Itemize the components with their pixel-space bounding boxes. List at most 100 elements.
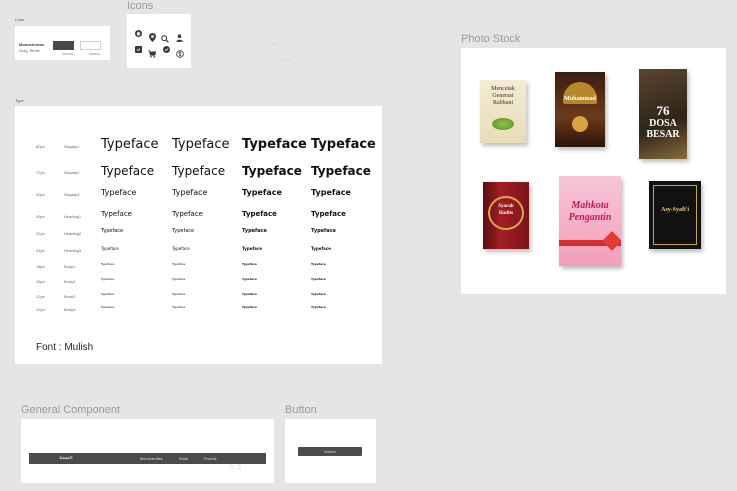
type-style-name: Heading3 [64, 248, 82, 253]
type-sample: Typeface [101, 292, 115, 296]
navbar-logo[interactable]: حسنة [59, 454, 73, 461]
type-sample: Typeface [101, 262, 115, 266]
book-cover-5[interactable]: Mahkota Pengantin [559, 176, 621, 266]
general-component-label: General Component [21, 404, 121, 416]
type-sample: Typeface [172, 164, 226, 178]
type-sample: Typeface [101, 246, 119, 251]
type-style-name: Heading2 [64, 230, 82, 236]
type-sample: Typeface [172, 262, 186, 266]
book-cover-2[interactable]: Muhammad [555, 72, 605, 147]
type-sample: Typeface [311, 305, 326, 309]
type-sample: Typeface [242, 164, 302, 178]
type-sample: Typeface [311, 164, 371, 178]
nav-link-produk[interactable]: Produk [204, 456, 217, 461]
type-style-name: Heading1 [64, 213, 82, 219]
swatch-subtitle: Grey, White [19, 48, 40, 53]
book-2-seal-art [572, 116, 588, 132]
type-sample: Typeface [172, 228, 195, 234]
book-5-title-2: Pengantin [568, 212, 612, 223]
type-sample: Typeface [311, 292, 326, 296]
type-sample: Typeface [242, 277, 257, 281]
checkbox-icon[interactable] [135, 46, 142, 53]
type-size-label: 32px [36, 230, 45, 236]
home-icon[interactable] [135, 30, 142, 37]
type-size-label: 12px [36, 306, 45, 312]
ellipsis-marker-2: ... [282, 56, 291, 63]
type-section-label: Type [15, 98, 24, 103]
book-1-plant-art [492, 118, 514, 130]
type-size-label: 60px [36, 143, 45, 149]
type-size-label: 40px [36, 213, 45, 219]
swatch-dark [53, 41, 74, 50]
type-size-label: 12px [36, 293, 45, 299]
primary-button[interactable]: Button [298, 447, 362, 456]
type-sample: Typeface [242, 246, 262, 251]
book-4-title-2: Hadits [498, 211, 514, 216]
type-sample: Typeface [172, 210, 203, 218]
navbar: حسنة Merchandise Kitab Produk [29, 453, 266, 469]
type-card: 60px Display1 Typeface Typeface Typeface Type… [15, 106, 382, 364]
type-sample: Typeface [242, 292, 257, 296]
type-sample: Typeface [311, 277, 326, 281]
type-sample: Typeface [101, 137, 159, 152]
book-cover-6[interactable]: Asy-Syafi'i [649, 181, 701, 249]
book-cover-3[interactable]: 76 DOSA BESAR [639, 69, 687, 159]
book-3-title-3: BESAR [646, 129, 680, 140]
book-6-frame [653, 185, 697, 245]
icons-section-label: Icons [127, 0, 154, 12]
book-1-title-1: Mencetak [491, 86, 515, 92]
type-sample: Typeface [242, 228, 267, 234]
type-sample: Typeface [242, 137, 307, 152]
type-sample: Typeface [101, 188, 137, 197]
type-style-name: Body3 [64, 293, 76, 299]
type-sample: Typeface [311, 210, 346, 218]
type-style-name: Body1 [64, 263, 76, 269]
type-sample: Typeface [311, 137, 376, 152]
book-5-bow [602, 231, 621, 251]
type-style-name: Body4 [64, 306, 76, 312]
type-size-label: 72px [36, 170, 45, 175]
type-sample: Typeface [172, 246, 190, 251]
swatch-dark-hex: 4B4B4B [62, 52, 74, 56]
type-sample: Typeface [101, 210, 132, 218]
cart-icon[interactable] [148, 45, 157, 63]
type-size-label: 18px [36, 263, 45, 269]
type-sample: Typeface [172, 277, 186, 281]
type-style-name: Display3 [64, 192, 80, 197]
dollar-icon[interactable] [176, 45, 184, 63]
type-sample: Typeface [311, 228, 336, 234]
type-sample: Typeface [311, 188, 351, 197]
type-style-name: Body2 [64, 278, 76, 284]
general-component-card: حسنة Merchandise Kitab Produk [21, 419, 274, 483]
type-size-label: 24px [36, 248, 45, 253]
type-sample: Typeface [101, 164, 155, 178]
navbar-search-icon[interactable] [229, 456, 234, 474]
type-sample: Typeface [311, 246, 331, 251]
type-style-name: Display1 [64, 143, 80, 149]
photo-stock-card: Mencetak Generasi Rabbani Muhammad 76 DO… [461, 48, 726, 294]
swatch-light [80, 41, 101, 50]
book-4-title-1: Syarah [498, 204, 514, 209]
book-3-title-2: DOSA [649, 118, 677, 129]
type-sample: Typeface [101, 277, 115, 281]
book-cover-4[interactable]: Syarah Hadits [483, 182, 529, 249]
ellipsis-marker-1: ... [269, 40, 278, 47]
type-sample: Typeface [101, 305, 115, 309]
type-sample: Typeface [242, 305, 257, 309]
nav-link-merchandise[interactable]: Merchandise [140, 456, 163, 461]
nav-link-kitab[interactable]: Kitab [179, 456, 188, 461]
book-6-title: Asy-Syafi'i [660, 207, 689, 213]
type-style-name: Display2 [64, 170, 80, 175]
swatch-light-hex: E6E6E6 [89, 52, 101, 56]
type-sample: Typeface [101, 228, 124, 234]
book-1-title-3: Rabbani [493, 100, 513, 106]
check-circle-icon[interactable] [163, 46, 170, 53]
swatch-title: Monochrome [19, 42, 45, 47]
book-3-title-1: 76 [656, 103, 670, 118]
button-card: Button [285, 419, 376, 483]
book-2-title: Muhammad [564, 96, 596, 102]
navbar-user-icon[interactable] [237, 456, 242, 474]
book-cover-1[interactable]: Mencetak Generasi Rabbani [480, 80, 526, 143]
icons-card [127, 14, 191, 68]
type-sample: Typeface [172, 137, 230, 152]
